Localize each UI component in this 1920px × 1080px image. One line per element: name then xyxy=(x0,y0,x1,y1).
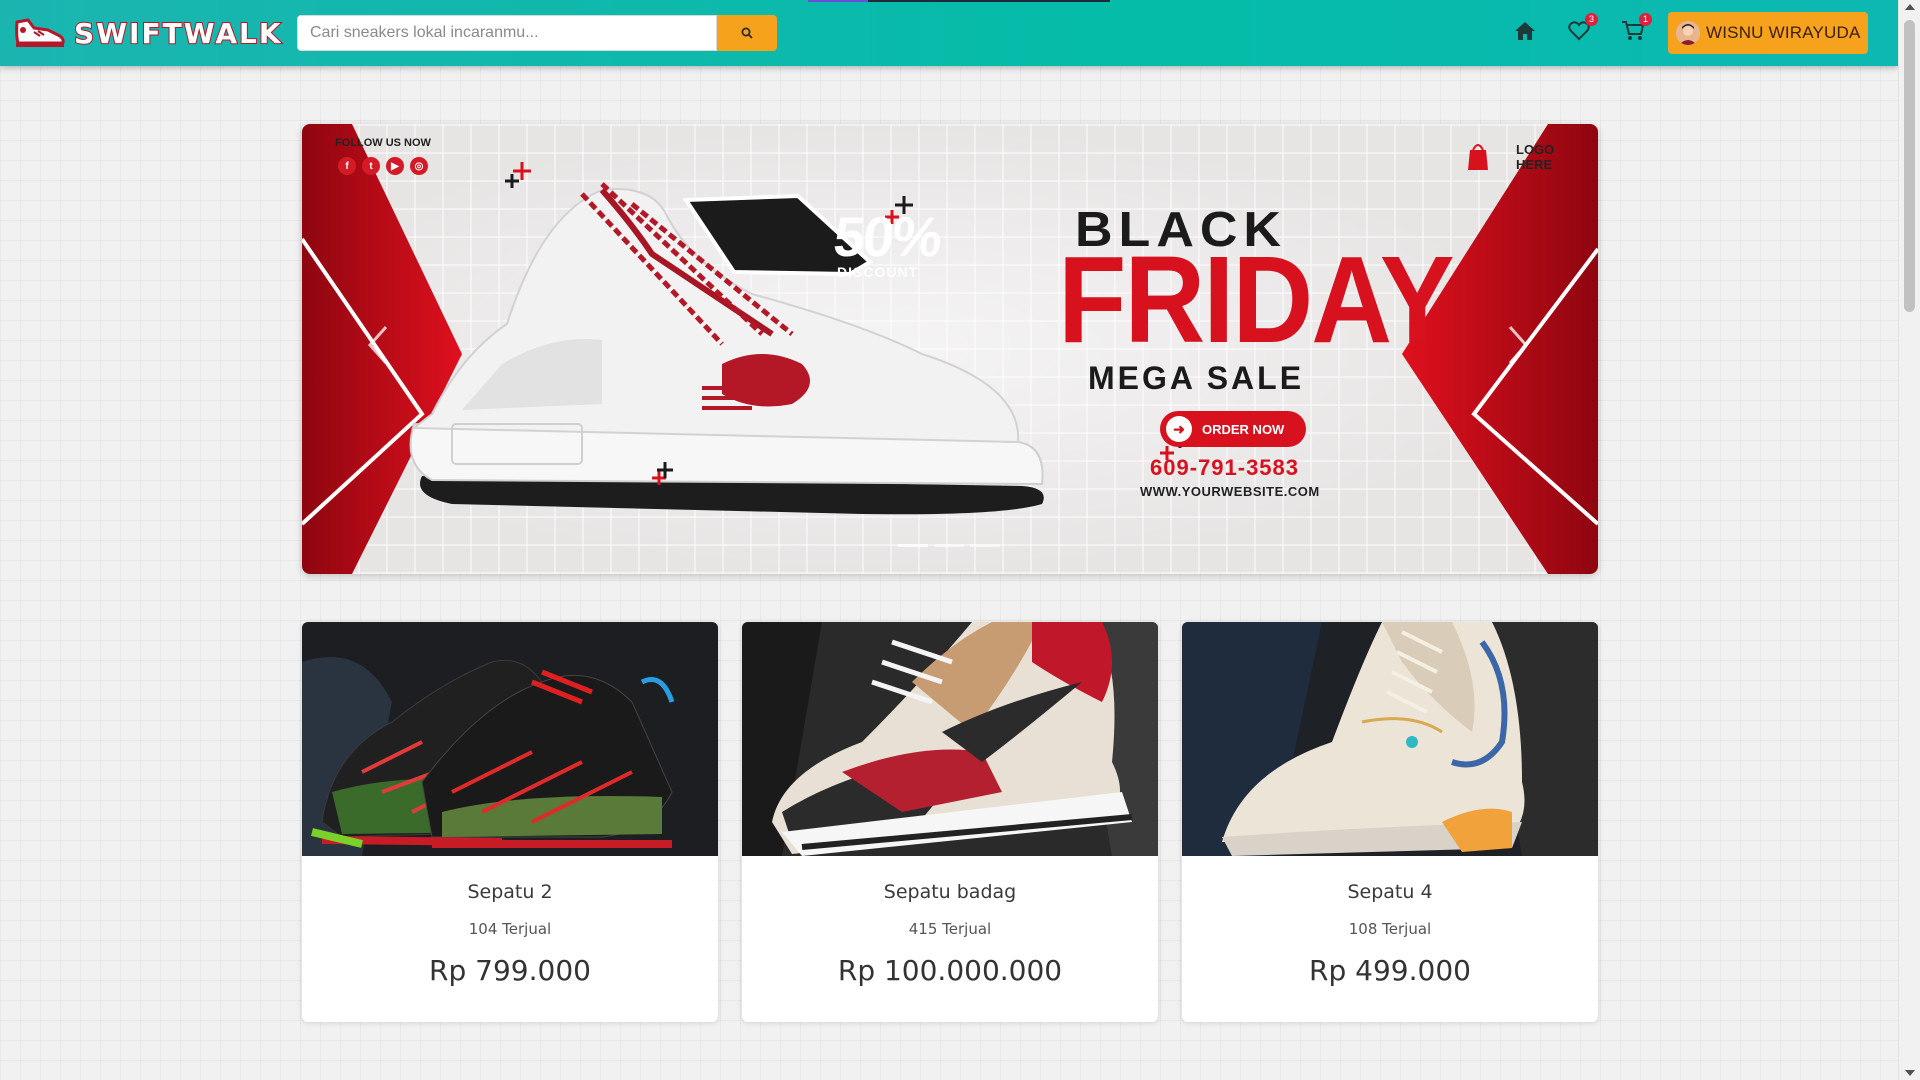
product-sold-count: 415 Terjual xyxy=(908,920,992,938)
user-avatar-icon xyxy=(1676,21,1700,45)
banner-order-label: ORDER NOW xyxy=(1202,421,1285,437)
facebook-icon[interactable]: f xyxy=(338,157,356,175)
youtube-icon[interactable]: ▶ xyxy=(386,157,404,175)
arrow-right-icon: ➜ xyxy=(1166,416,1192,442)
product-card[interactable]: Sepatu 2 104 Terjual Rp 799.000 xyxy=(302,622,718,1022)
product-sold-count: 108 Terjual xyxy=(1348,920,1432,938)
avatar xyxy=(1676,21,1700,45)
search-button[interactable] xyxy=(717,15,777,51)
product-image xyxy=(302,622,718,856)
product-price: Rp 799.000 xyxy=(429,954,591,987)
banner-logo-line-1: LOGO xyxy=(1516,142,1555,157)
banner-phone: 609-791-3583 xyxy=(1150,455,1300,480)
search-bar xyxy=(297,15,777,51)
product-name: Sepatu 4 xyxy=(1347,881,1433,903)
page-scrollbar[interactable] xyxy=(1898,0,1920,1080)
nav-icons: 3 1 xyxy=(1512,13,1652,44)
discount-value: 50% xyxy=(830,205,944,268)
banner-social-icons: f t ▶ ◎ xyxy=(338,157,428,175)
cart-badge: 1 xyxy=(1639,13,1652,26)
product-info: Sepatu badag 415 Terjual Rp 100.000.000 xyxy=(742,881,1158,987)
carousel-prev-button[interactable] xyxy=(358,320,398,370)
chevron-right-icon xyxy=(1508,326,1529,364)
product-card[interactable]: Sepatu 4 108 Terjual Rp 499.000 xyxy=(1182,622,1598,1022)
banner-subheadline: MEGA SALE xyxy=(1088,360,1305,396)
product-info: Sepatu 2 104 Terjual Rp 799.000 xyxy=(302,881,718,987)
search-icon xyxy=(741,27,753,39)
banner-website: WWW.YOURWEBSITE.COM xyxy=(1140,484,1320,499)
home-icon xyxy=(1515,22,1535,40)
product-sold-count: 104 Terjual xyxy=(468,920,552,938)
product-grid: Sepatu 2 104 Terjual Rp 799.000 Sepatu b… xyxy=(302,622,1598,1022)
banner-headline-friday: FRIDAY xyxy=(1058,230,1455,369)
scroll-up-arrow-icon[interactable] xyxy=(1905,4,1915,10)
carousel-indicator-1[interactable] xyxy=(898,544,928,547)
banner-order-now: ➜ ORDER NOW xyxy=(1160,411,1306,447)
user-menu-button[interactable]: WISNU WIRAYUDA xyxy=(1668,12,1868,54)
carousel-indicator-3[interactable] xyxy=(970,544,1000,547)
product-name: Sepatu badag xyxy=(883,881,1017,903)
twitter-icon[interactable]: t xyxy=(362,157,380,175)
wishlist-badge: 3 xyxy=(1585,13,1598,26)
product-name: Sepatu 2 xyxy=(467,881,553,903)
navbar: SWIFTWALK 3 1 xyxy=(0,0,1898,66)
navbar-accent-line xyxy=(808,0,1110,2)
product-price: Rp 100.000.000 xyxy=(837,954,1063,987)
product-price: Rp 499.000 xyxy=(1309,954,1471,987)
carousel-next-button[interactable] xyxy=(1498,320,1538,370)
user-name: WISNU WIRAYUDA xyxy=(1706,23,1861,42)
promo-carousel: FOLLOW US NOW f t ▶ ◎ LOGO HERE 50% DISC… xyxy=(302,124,1598,574)
product-info: Sepatu 4 108 Terjual Rp 499.000 xyxy=(1182,881,1598,987)
search-input[interactable] xyxy=(297,15,717,51)
discount-label: DISCOUNT xyxy=(837,264,919,280)
carousel-indicator-2[interactable] xyxy=(934,544,964,547)
home-button[interactable] xyxy=(1512,18,1538,44)
scroll-thumb[interactable] xyxy=(1904,20,1915,312)
brand-name: SWIFTWALK xyxy=(73,16,283,51)
scroll-down-arrow-icon[interactable] xyxy=(1905,1070,1915,1076)
banner-logo-text: LOGO HERE xyxy=(1516,142,1562,172)
sneaker-logo-icon xyxy=(15,18,65,47)
banner-follow-label: FOLLOW US NOW xyxy=(335,137,431,149)
instagram-icon[interactable]: ◎ xyxy=(410,157,428,175)
chevron-left-icon xyxy=(367,326,388,364)
cart-button[interactable]: 1 xyxy=(1620,13,1652,44)
brand[interactable]: SWIFTWALK xyxy=(14,16,283,51)
product-card[interactable]: Sepatu badag 415 Terjual Rp 100.000.000 xyxy=(742,622,1158,1022)
wishlist-button[interactable]: 3 xyxy=(1566,13,1598,44)
product-image xyxy=(1182,622,1598,856)
product-image xyxy=(742,622,1158,856)
banner-logo-line-2: HERE xyxy=(1516,157,1553,172)
carousel-indicators xyxy=(898,544,1000,547)
